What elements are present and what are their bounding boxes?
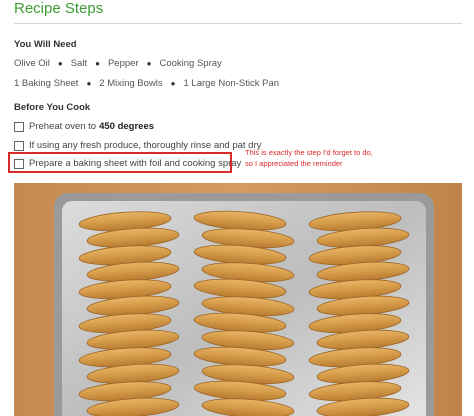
recipe-photo <box>14 183 462 416</box>
baking-sheet-image <box>14 183 462 416</box>
bullet-separator: ● <box>86 79 92 88</box>
bullet-separator: ● <box>57 59 63 68</box>
tools-list: 1 Baking Sheet ● 2 Mixing Bowls ● 1 Larg… <box>14 78 279 89</box>
bullet-separator: ● <box>170 79 176 88</box>
bullet-separator: ● <box>95 59 100 68</box>
ingredient-item: Cooking Spray <box>159 58 222 69</box>
highlight-box <box>8 152 232 173</box>
before-you-cook-heading: Before You Cook <box>14 102 91 113</box>
step-temperature: 450 degrees <box>99 121 155 132</box>
step-preheat[interactable]: Preheat oven to 450 degrees <box>14 121 154 132</box>
step-rinse-produce[interactable]: If using any fresh produce, thoroughly r… <box>14 140 261 151</box>
potato-wedges <box>78 210 410 416</box>
ingredient-item: Salt <box>70 58 88 69</box>
step-text: Preheat oven to <box>29 121 97 132</box>
page-title: Recipe Steps <box>14 0 104 17</box>
annotation-line: This is exactly the step I'd forget to d… <box>245 148 373 157</box>
bullet-separator: ● <box>146 59 152 68</box>
ingredient-item: Pepper <box>107 58 139 69</box>
you-will-need-heading: You Will Need <box>14 39 77 50</box>
annotation-line: so I appreciated the reminder <box>245 159 343 168</box>
ingredients-list: Olive Oil ● Salt ● Pepper ● Cooking Spra… <box>14 58 222 69</box>
title-divider <box>14 23 462 24</box>
tool-item: 1 Large Non-Stick Pan <box>183 78 280 89</box>
step-checkbox[interactable] <box>14 121 24 132</box>
step-checkbox[interactable] <box>14 140 24 151</box>
ingredient-item: Olive Oil <box>14 58 50 69</box>
step-text: If using any fresh produce, thoroughly r… <box>29 140 262 151</box>
tool-item: 1 Baking Sheet <box>14 78 79 89</box>
tool-item: 2 Mixing Bowls <box>99 78 163 89</box>
annotation-note: This is exactly the step I'd forget to d… <box>245 147 445 169</box>
